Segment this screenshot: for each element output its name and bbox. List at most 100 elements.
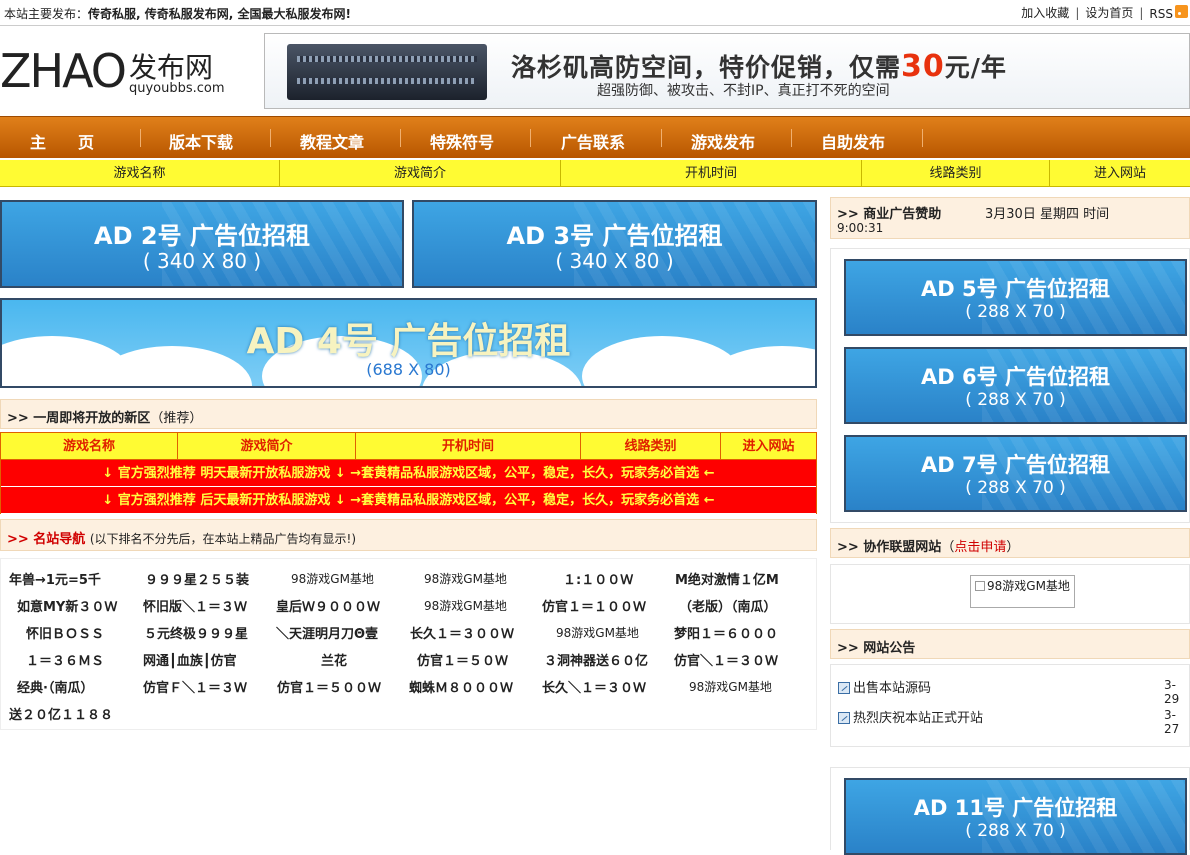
site-link[interactable]: 年兽→1元=5千 (9, 569, 101, 588)
ad-title: AD 2号 广告位招租 (94, 222, 310, 250)
notice-icon (838, 682, 850, 694)
notice-item[interactable]: 出售本站源码 (838, 677, 931, 696)
broken-image-icon (975, 581, 985, 591)
site-link[interactable]: 长久＼１＝３０Ｗ (542, 677, 646, 696)
hosting-banner-ad[interactable]: 洛杉矶高防空间，特价促销，仅需30元/年 超强防御、被攻击、不封IP、真正打不死… (264, 33, 1190, 109)
main-nav: 主 页 版本下载 教程文章 特殊符号 广告联系 游戏发布 自助发布 (0, 116, 1190, 158)
ad-title: AD 5号 广告位招租 (921, 277, 1110, 301)
apply-link[interactable]: 点击申请 (954, 540, 1006, 555)
table-row[interactable]: ↓ 官方强烈推荐 后天最新开放私服游戏 ↓ →套黄精品私服游戏区域，公平，稳定，… (1, 487, 816, 514)
ad-slot-7[interactable]: AD 7号 广告位招租 ( 288 X 70 ) (844, 435, 1187, 512)
ad-slot-5[interactable]: AD 5号 广告位招租 ( 288 X 70 ) (844, 259, 1187, 336)
nav-ad-contact[interactable]: 广告联系 (561, 129, 625, 153)
nav-symbols[interactable]: 特殊符号 (430, 129, 494, 153)
set-homepage-link[interactable]: 设为首页 (1085, 4, 1133, 21)
new-servers-table: 游戏名称 游戏简介 开机时间 线路类别 进入网站 ↓ 官方强烈推荐 明天最新开放… (0, 432, 817, 514)
nav-downloads[interactable]: 版本下载 (169, 129, 233, 153)
nav-self-publish[interactable]: 自助发布 (821, 129, 885, 153)
ad-slot-11[interactable]: AD 11号 广告位招租 ( 288 X 70 ) (844, 778, 1187, 855)
col-open-time: 开机时间 (561, 160, 862, 187)
ad-size: ( 340 X 80 ) (142, 249, 262, 273)
ad-slot-2[interactable]: AD 2号 广告位招租 ( 340 X 80 ) (0, 200, 404, 288)
separator: | (1139, 5, 1144, 20)
site-link[interactable]: 仿官１＝５００Ｗ (277, 677, 381, 696)
site-link[interactable]: 兰花 (321, 650, 347, 669)
site-link[interactable]: 经典·（南瓜） (17, 677, 93, 696)
section-title: >> 名站导航 (7, 532, 86, 547)
th-enter-site: 进入网站 (721, 433, 816, 460)
ad-slot-4[interactable]: AD 4号 广告位招租 (688 X 80) (0, 298, 817, 388)
site-link[interactable]: 怀旧ＢＯＳＳ (26, 623, 104, 642)
site-link[interactable]: ＼天涯明月刀Θ壹 (276, 623, 378, 642)
logo-text: ZHAO (0, 44, 127, 98)
ad-slot-6[interactable]: AD 6号 广告位招租 ( 288 X 70 ) (844, 347, 1187, 424)
site-logo[interactable]: ZHAO 发布网 quyoubbs.com (0, 40, 260, 100)
notice-section-header: >> 网站公告 (830, 629, 1190, 659)
nav-home[interactable]: 主 页 (30, 129, 94, 153)
table-row[interactable]: ↓ 官方强烈推荐 明天最新开放私服游戏 ↓ →套黄精品私服游戏区域，公平，稳定，… (1, 460, 816, 487)
notice-item[interactable]: 热烈庆祝本站正式开站 (838, 707, 983, 726)
site-link[interactable]: 仿官１＝５０Ｗ (417, 650, 508, 669)
site-link[interactable]: 仿官１＝１００Ｗ (542, 596, 646, 615)
site-link[interactable]: 如意MY新３０Ｗ (17, 596, 117, 615)
rss-icon (1175, 4, 1188, 18)
site-link[interactable]: 98游戏GM基地 (424, 570, 507, 587)
nav-game-publish[interactable]: 游戏发布 (691, 129, 755, 153)
site-link[interactable]: ５元终极９９９星 (144, 623, 248, 642)
site-link[interactable]: 网通┃血族┃仿官 (143, 650, 237, 669)
th-game-name: 游戏名称 (1, 433, 178, 460)
site-link[interactable]: 98游戏GM基地 (424, 597, 507, 614)
site-link[interactable]: 仿官Ｆ＼１＝３Ｗ (143, 677, 247, 696)
notice-date: 3-27 (1164, 708, 1180, 736)
site-link[interactable]: 皇后Ｗ９０００Ｗ (276, 596, 380, 615)
section-title: >> 协作联盟网站 (837, 540, 942, 555)
logo-url: quyoubbs.com (129, 81, 225, 96)
ad-title: AD 11号 广告位招租 (913, 796, 1118, 820)
ad-size: ( 288 X 70 ) (965, 390, 1066, 410)
clock-text: 9:00:31 (837, 221, 884, 235)
rss-link[interactable]: RSS (1149, 4, 1188, 21)
site-link[interactable]: 98游戏GM基地 (291, 570, 374, 587)
th-game-intro: 游戏简介 (178, 433, 356, 460)
site-link[interactable]: 98游戏GM基地 (556, 624, 639, 641)
site-link[interactable]: M绝对激情１亿M (675, 569, 779, 588)
add-favorite-link[interactable]: 加入收藏 (1021, 4, 1069, 21)
site-link[interactable]: （老版）（南瓜） (679, 596, 777, 615)
site-link[interactable]: 蜘蛛Ｍ８０００Ｗ (409, 677, 513, 696)
ad-size: ( 288 X 70 ) (965, 821, 1066, 841)
site-link[interactable]: 长久１＝３００Ｗ (410, 623, 514, 642)
ad-title: AD 6号 广告位招租 (921, 365, 1110, 389)
partner-alt-text: 98游戏GM基地 (987, 579, 1070, 593)
partner-image-link[interactable]: 98游戏GM基地 (970, 575, 1075, 608)
nav-divider (530, 129, 531, 147)
nav-divider (661, 129, 662, 147)
nav-divider (140, 129, 141, 147)
site-link[interactable]: ３洞神器送６０亿 (544, 650, 648, 669)
column-header-bar: 游戏名称 游戏简介 开机时间 线路类别 进入网站 (0, 160, 1190, 187)
site-link[interactable]: 送２０亿１１８８ (9, 704, 113, 723)
site-link[interactable]: ９９９星２５５装 (145, 569, 249, 588)
site-link[interactable]: 98游戏GM基地 (689, 678, 772, 695)
site-link[interactable]: 梦阳１＝６０００ (674, 623, 778, 642)
ad-slot-3[interactable]: AD 3号 广告位招租 ( 340 X 80 ) (412, 200, 817, 288)
th-open-time: 开机时间 (356, 433, 581, 460)
site-link[interactable]: 仿官＼１＝３０Ｗ (674, 650, 778, 669)
partner-section-header: >> 协作联盟网站（点击申请） (830, 528, 1190, 558)
top-bar: 本站主要发布：传奇私服, 传奇私服发布网, 全国最大私服发布网! 加入收藏 | … (0, 0, 1190, 26)
nav-divider (270, 129, 271, 147)
site-link[interactable]: 怀旧版＼１＝３Ｗ (143, 596, 247, 615)
site-link[interactable]: １＝３６ＭＳ (26, 650, 104, 669)
ad-title: AD 3号 广告位招租 (506, 222, 723, 250)
notice-icon (838, 712, 850, 724)
announcement-text: 传奇私服, 传奇私服发布网, 全国最大私服发布网! (88, 7, 351, 21)
site-link[interactable]: １:１００Ｗ (563, 569, 633, 588)
top-links: 加入收藏 | 设为首页 | RSS (1021, 4, 1188, 21)
col-enter-site: 进入网站 (1093, 166, 1146, 181)
banner-subline: 超强防御、被攻击、不封IP、真正打不死的空间 (597, 83, 890, 99)
nav-tutorials[interactable]: 教程文章 (300, 129, 364, 153)
ad-size: ( 288 X 70 ) (965, 478, 1066, 498)
new-servers-section-header: >> 一周即将开放的新区（推荐） (0, 399, 817, 429)
ad-title: AD 4号 广告位招租 (246, 321, 571, 362)
section-suffix: （推荐） (150, 411, 203, 426)
nav-divider (922, 129, 923, 147)
